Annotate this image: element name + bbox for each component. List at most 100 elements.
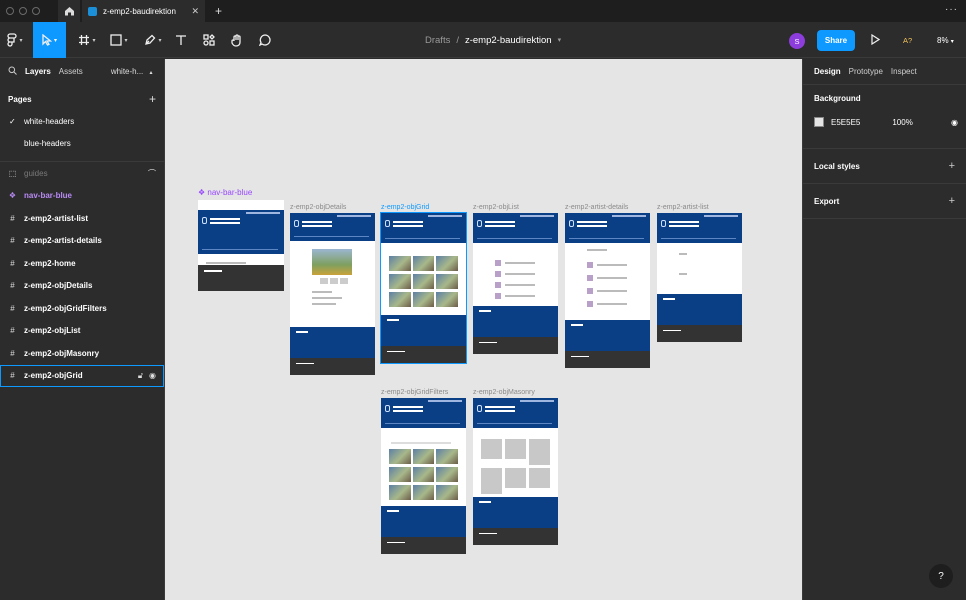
layer-z-emp2-home[interactable]: # z-emp2-home bbox=[0, 252, 164, 275]
avatar[interactable]: S bbox=[789, 33, 805, 49]
frame-objList[interactable] bbox=[473, 213, 558, 354]
layer-z-emp2-objMasonry[interactable]: # z-emp2-objMasonry bbox=[0, 342, 164, 365]
comment-tool-button[interactable] bbox=[256, 22, 274, 58]
zoom-window-button[interactable] bbox=[32, 7, 40, 15]
color-swatch[interactable] bbox=[814, 117, 824, 127]
canvas[interactable]: ❖ nav-bar-blue z-emp2-home z-emp2-objDet… bbox=[165, 59, 802, 600]
frame-label-objList[interactable]: z-emp2-objList bbox=[473, 204, 519, 211]
breadcrumb-separator: / bbox=[456, 34, 459, 46]
frame-objDetails[interactable] bbox=[290, 213, 375, 375]
tab-prototype[interactable]: Prototype bbox=[849, 67, 883, 76]
unlock-icon[interactable]: 🔓︎ bbox=[138, 371, 143, 381]
help-button[interactable]: ? bbox=[929, 564, 953, 588]
frame-label-objGrid[interactable]: z-emp2-objGrid bbox=[381, 204, 429, 211]
close-icon[interactable]: ✕ bbox=[191, 6, 199, 17]
close-window-button[interactable] bbox=[6, 7, 14, 15]
frame-icon: # bbox=[10, 281, 15, 291]
move-tool-button[interactable]: ▾ bbox=[33, 22, 66, 58]
text-icon bbox=[176, 35, 186, 45]
frame-home[interactable] bbox=[198, 200, 284, 291]
hidden-eye-icon[interactable]: ⌒ bbox=[148, 168, 156, 179]
frame-label-artist-details[interactable]: z-emp2-artist-details bbox=[565, 204, 628, 211]
layer-z-emp2-objGrid[interactable]: # z-emp2-objGrid 🔓︎ ◉ bbox=[0, 364, 164, 387]
layer-z-emp2-objGridFilters[interactable]: # z-emp2-objGridFilters bbox=[0, 297, 164, 320]
frame-label-objDetails[interactable]: z-emp2-objDetails bbox=[290, 204, 346, 211]
frame-label-artist-list[interactable]: z-emp2-artist-list bbox=[657, 204, 709, 211]
eye-icon[interactable]: ◉ bbox=[149, 371, 156, 381]
file-tab-label: z-emp2-baudirektion bbox=[103, 6, 176, 16]
minimize-window-button[interactable] bbox=[19, 7, 27, 15]
plus-icon[interactable]: + bbox=[949, 160, 955, 172]
layer-guides[interactable]: ⬚ guides ⌒ bbox=[0, 162, 164, 185]
frame-icon: # bbox=[10, 258, 15, 268]
shape-tool-button[interactable]: ▾ bbox=[106, 22, 132, 58]
page-label: blue-headers bbox=[24, 139, 71, 149]
add-page-icon[interactable]: + bbox=[149, 92, 156, 106]
page-item-white-headers[interactable]: ✓ white-headers bbox=[0, 110, 164, 133]
layer-label: nav-bar-blue bbox=[24, 191, 73, 201]
file-name-menu[interactable]: z-emp2-baudirektion bbox=[465, 35, 552, 46]
background-fill-row[interactable]: E5E5E5 100% ◉ bbox=[814, 111, 958, 133]
rectangle-icon bbox=[110, 34, 123, 46]
chevron-down-icon[interactable]: ▾ bbox=[558, 36, 562, 44]
background-hex-input[interactable]: E5E5E5 bbox=[831, 118, 860, 127]
tab-inspect[interactable]: Inspect bbox=[891, 67, 917, 76]
layer-nav-bar-blue[interactable]: ❖ nav-bar-blue bbox=[0, 185, 164, 208]
frame-tool-button[interactable]: ▾ bbox=[74, 22, 100, 58]
tab-layers[interactable]: Layers bbox=[25, 67, 51, 76]
layer-label: z-emp2-home bbox=[24, 258, 76, 268]
plus-icon[interactable]: + bbox=[949, 195, 955, 207]
frame-objGrid[interactable] bbox=[380, 212, 467, 364]
frame-label-objGridFilters[interactable]: z-emp2-objGridFilters bbox=[381, 389, 448, 396]
search-icon[interactable] bbox=[8, 66, 17, 77]
frame-label-objMasonry[interactable]: z-emp2-objMasonry bbox=[473, 389, 535, 396]
frame-objGridFilters[interactable] bbox=[381, 398, 466, 554]
tab-assets[interactable]: Assets bbox=[59, 67, 83, 76]
component-label[interactable]: ❖ nav-bar-blue bbox=[198, 188, 252, 197]
pen-icon bbox=[145, 34, 156, 45]
layer-z-emp2-artist-list[interactable]: # z-emp2-artist-list bbox=[0, 207, 164, 230]
layer-z-emp2-objDetails[interactable]: # z-emp2-objDetails bbox=[0, 275, 164, 298]
play-icon bbox=[871, 33, 881, 46]
dashed-frame-icon: ⬚ bbox=[8, 168, 17, 178]
ellipsis-icon[interactable]: ··· bbox=[945, 4, 958, 15]
local-styles-section: Local styles + bbox=[803, 148, 966, 183]
layer-z-emp2-objList[interactable]: # z-emp2-objList bbox=[0, 320, 164, 343]
zoom-level: 8% bbox=[937, 36, 949, 45]
text-tool-button[interactable] bbox=[172, 22, 190, 58]
frame-objMasonry[interactable] bbox=[473, 398, 558, 545]
present-button[interactable] bbox=[870, 33, 881, 47]
eye-icon[interactable]: ◉ bbox=[951, 118, 958, 127]
frame-artist-details[interactable] bbox=[565, 213, 650, 368]
home-icon bbox=[64, 7, 74, 16]
background-title: Background bbox=[814, 93, 861, 103]
breadcrumb: Drafts / z-emp2-baudirektion ▾ bbox=[425, 22, 561, 58]
accessibility-indicator[interactable]: A? bbox=[903, 36, 912, 45]
home-button[interactable] bbox=[58, 0, 80, 22]
background-opacity-input[interactable]: 100% bbox=[892, 118, 912, 127]
zoom-menu[interactable]: 8% ▾ bbox=[937, 36, 954, 45]
main-menu-button[interactable]: ▾ bbox=[2, 22, 28, 58]
plus-icon[interactable]: + bbox=[215, 4, 222, 18]
frame-artist-list[interactable] bbox=[657, 213, 742, 342]
layer-label: z-emp2-objGridFilters bbox=[24, 303, 107, 313]
page-item-blue-headers[interactable]: blue-headers bbox=[0, 133, 164, 156]
frame-icon bbox=[79, 35, 90, 45]
window-controls bbox=[6, 7, 40, 15]
resources-button[interactable] bbox=[200, 22, 218, 58]
share-button[interactable]: Share bbox=[817, 30, 855, 51]
file-tab[interactable]: z-emp2-baudirektion ✕ bbox=[82, 0, 205, 22]
pages-title: Pages bbox=[8, 94, 32, 104]
layer-label: z-emp2-objDetails bbox=[24, 281, 93, 291]
title-bar: z-emp2-baudirektion ✕ + ··· bbox=[0, 0, 966, 22]
hand-icon bbox=[231, 33, 241, 47]
tab-design[interactable]: Design bbox=[814, 67, 841, 76]
breadcrumb-project[interactable]: Drafts bbox=[425, 35, 450, 46]
page-selector[interactable]: white-h... ▴ bbox=[111, 67, 153, 76]
hand-tool-button[interactable] bbox=[228, 22, 246, 58]
layer-z-emp2-artist-details[interactable]: # z-emp2-artist-details bbox=[0, 230, 164, 253]
pen-tool-button[interactable]: ▾ bbox=[140, 22, 166, 58]
layer-label: z-emp2-artist-details bbox=[24, 236, 102, 246]
export-title: Export bbox=[814, 196, 840, 206]
check-icon: ✓ bbox=[9, 116, 16, 126]
